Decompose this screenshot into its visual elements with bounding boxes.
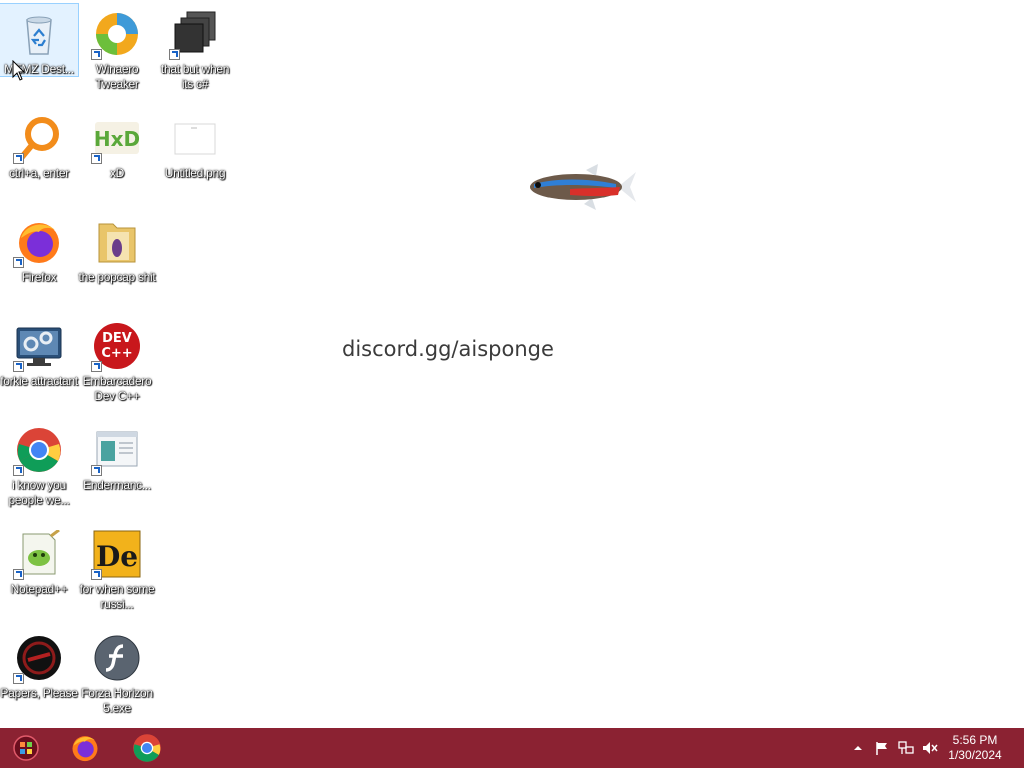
- icon-label: Winaero Tweaker: [95, 62, 139, 91]
- network-icon[interactable]: [898, 740, 914, 756]
- mouse-cursor-icon: [12, 59, 26, 82]
- monitor-gear-icon: [13, 322, 63, 372]
- icon-label: Firefox: [21, 270, 57, 284]
- desktop-icon-endermanch[interactable]: Endermanc...: [78, 420, 156, 520]
- papers-please-icon: [13, 634, 63, 684]
- icon-label: Embarcadero Dev C++: [82, 374, 152, 403]
- shortcut-arrow-icon: [91, 153, 102, 164]
- folder-icon: [93, 218, 141, 266]
- stacked-windows-icon: [169, 10, 219, 60]
- desktop-icon-winaero-tweaker[interactable]: Winaero Tweaker: [78, 4, 156, 104]
- taskbar-chrome-button[interactable]: [127, 732, 167, 764]
- action-center-flag-icon[interactable]: [874, 740, 890, 756]
- icon-label: Notepad++: [10, 582, 68, 596]
- icon-label: Untitled.png: [164, 166, 226, 180]
- hxd-logo-text: HxD: [94, 127, 140, 151]
- desktop-icon-firefox[interactable]: Firefox: [0, 212, 78, 312]
- icon-label: that but when its c#: [160, 62, 230, 91]
- shortcut-arrow-icon: [13, 257, 24, 268]
- desktop-icon-de[interactable]: De for when some russi...: [78, 524, 156, 624]
- chrome-icon: [133, 734, 161, 762]
- desktop-icon-notepadpp[interactable]: Notepad++: [0, 524, 78, 624]
- image-file-icon: [171, 114, 219, 162]
- devcpp-logo-bottom: C++: [101, 346, 132, 361]
- desktop-icon-devcpp[interactable]: DEV C++ Embarcadero Dev C++: [78, 316, 156, 416]
- icon-label: Papers, Please: [0, 686, 78, 700]
- desktop[interactable]: MEMZ Dest... ctrl+a, enter Firefox forki…: [0, 0, 1024, 728]
- shortcut-arrow-icon: [91, 465, 102, 476]
- icon-label: ctrl+a, enter: [9, 166, 69, 180]
- start-button[interactable]: [6, 732, 46, 764]
- neon-tetra-fish-image: [526, 162, 638, 212]
- desktop-icon-that-but-when-its-csharp[interactable]: that but when its c#: [156, 4, 234, 104]
- clock-time: 5:56 PM: [952, 733, 998, 747]
- volume-muted-icon[interactable]: [922, 740, 938, 756]
- icon-label: i know you people we...: [8, 478, 70, 507]
- shortcut-arrow-icon: [91, 361, 102, 372]
- taskbar-clock[interactable]: 5:56 PM 1/30/2024: [940, 733, 1010, 763]
- flash-icon: [93, 634, 141, 682]
- de-icon: De: [91, 530, 141, 580]
- firefox-icon: [72, 736, 98, 762]
- recycle-bin-icon: [15, 10, 63, 58]
- icon-label: forkie attractant: [0, 374, 78, 388]
- de-logo-text: De: [96, 540, 138, 573]
- shortcut-arrow-icon: [169, 49, 180, 60]
- discord-watermark-text: discord.gg/aisponge: [342, 337, 554, 361]
- devcpp-icon: DEV C++: [91, 322, 141, 372]
- icon-label: for when some russi...: [79, 582, 155, 611]
- clock-date: 1/30/2024: [948, 748, 1002, 762]
- shortcut-arrow-icon: [13, 153, 24, 164]
- desktop-icon-untitled-png[interactable]: Untitled.png: [156, 108, 234, 208]
- devcpp-logo-top: DEV: [102, 331, 132, 346]
- icon-label: Endermanc...: [83, 478, 151, 492]
- icon-label: xD: [109, 166, 125, 180]
- desktop-icon-ctrl-a-enter[interactable]: ctrl+a, enter: [0, 108, 78, 208]
- show-hidden-icons-chevron[interactable]: [850, 740, 866, 756]
- desktop-icon-papers-please[interactable]: Papers, Please: [0, 628, 78, 728]
- window-app-icon: [91, 426, 141, 476]
- shortcut-arrow-icon: [13, 361, 24, 372]
- desktop-icon-forkie-attractant[interactable]: forkie attractant: [0, 316, 78, 416]
- shortcut-arrow-icon: [13, 569, 24, 580]
- shortcut-arrow-icon: [13, 465, 24, 476]
- taskbar: 5:56 PM 1/30/2024: [0, 728, 1024, 768]
- desktop-icon-chrome-shortcut[interactable]: i know you people we...: [0, 420, 78, 520]
- desktop-icon-popcap-folder[interactable]: the popcap shit: [78, 212, 156, 312]
- orange-magnifier-icon: [13, 114, 63, 164]
- shortcut-arrow-icon: [13, 673, 24, 684]
- desktop-icon-xd[interactable]: HxD xD: [78, 108, 156, 208]
- shortcut-arrow-icon: [91, 569, 102, 580]
- notepadpp-icon: [13, 530, 63, 580]
- winaero-icon: [91, 10, 141, 60]
- desktop-icon-forza-horizon-5[interactable]: Forza Horizon 5.exe: [78, 628, 156, 728]
- start-orb-icon: [13, 735, 39, 761]
- hxd-icon: HxD: [91, 114, 141, 164]
- taskbar-firefox-button[interactable]: [65, 732, 105, 764]
- icon-label: Forza Horizon 5.exe: [81, 686, 153, 715]
- firefox-icon: [13, 218, 63, 268]
- chrome-icon: [13, 426, 63, 476]
- icon-label: the popcap shit: [78, 270, 156, 284]
- shortcut-arrow-icon: [91, 49, 102, 60]
